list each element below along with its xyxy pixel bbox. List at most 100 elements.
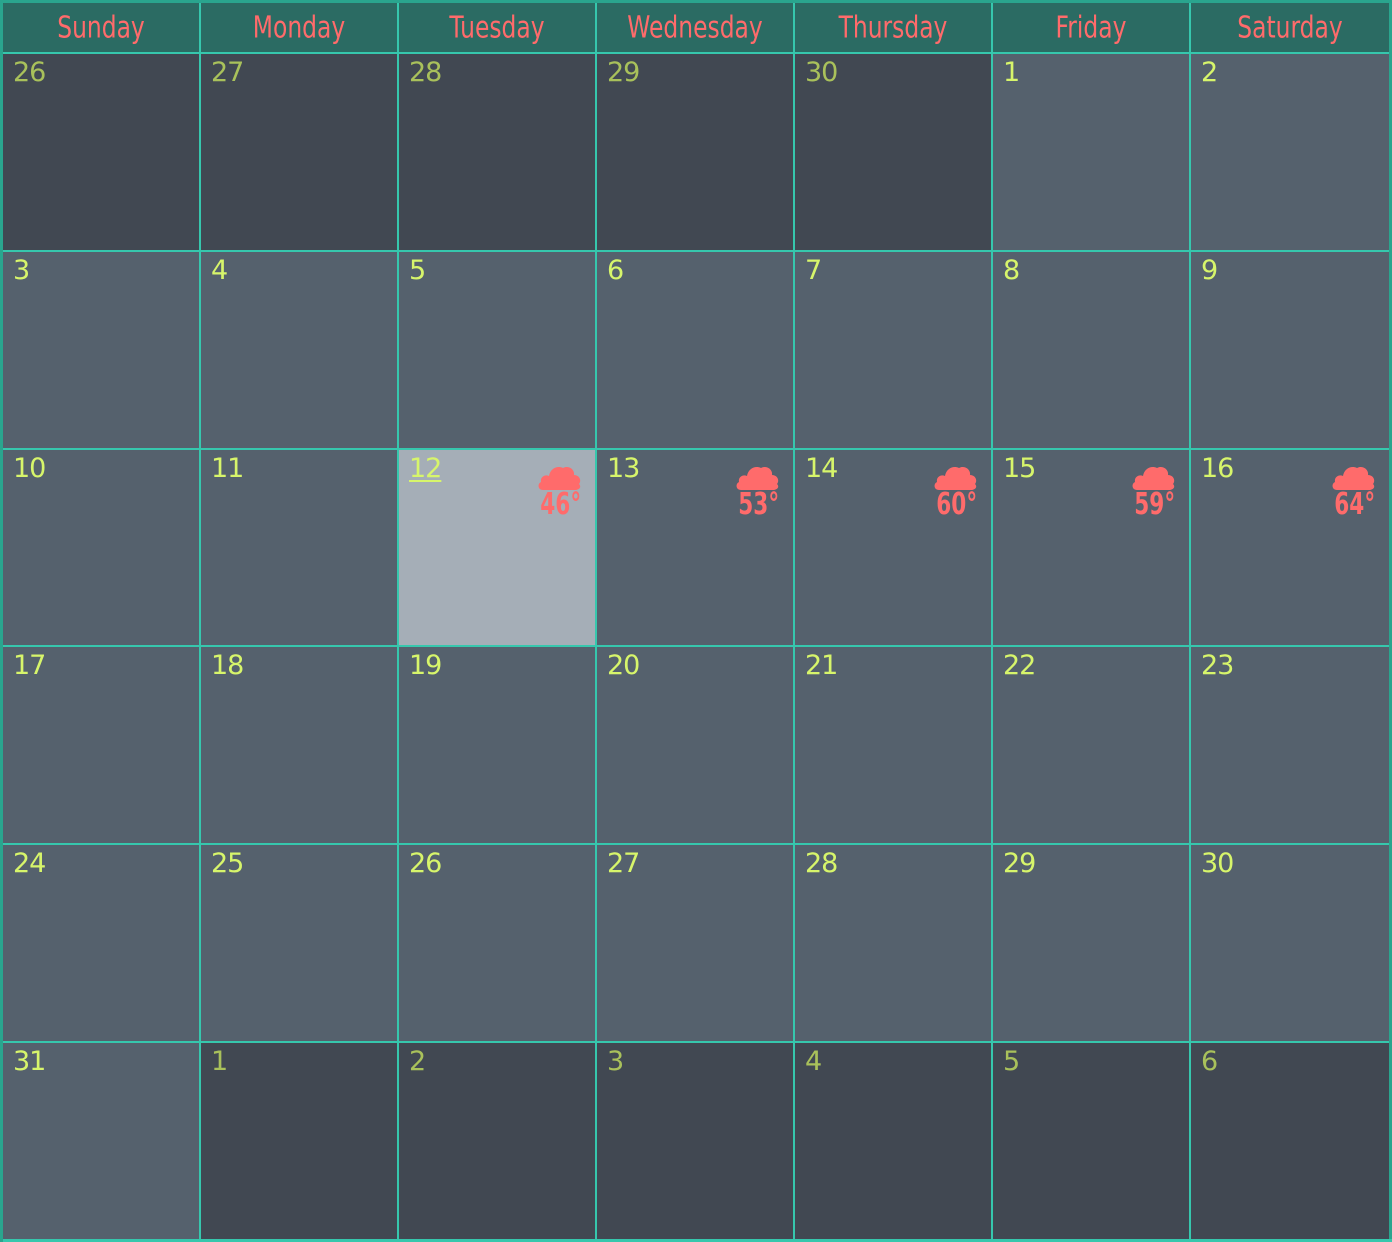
day-cell[interactable]: 30	[795, 52, 993, 250]
day-cell[interactable]: 7	[795, 249, 993, 448]
weather-forecast: 46°	[533, 462, 585, 520]
day-cell[interactable]: 22	[993, 645, 1191, 844]
day-cell[interactable]: 29	[993, 843, 1191, 1042]
day-cell[interactable]: 19	[399, 645, 597, 844]
day-cell[interactable]: 4	[201, 249, 399, 448]
day-cell[interactable]: 10	[3, 447, 201, 646]
day-number: 29	[1003, 848, 1036, 880]
temperature: 53°	[738, 486, 780, 522]
month-calendar: Sunday Monday Tuesday Wednesday Thursday Frid…	[0, 0, 1392, 1242]
day-number: 18	[211, 650, 244, 682]
temperature: 46°	[540, 486, 582, 522]
day-cell[interactable]: 28	[399, 52, 597, 250]
day-cell[interactable]: 20	[597, 645, 795, 844]
day-number: 2	[409, 1046, 426, 1078]
day-cell[interactable]: 27	[201, 52, 399, 250]
day-cell[interactable]: 28	[795, 843, 993, 1042]
day-number: 19	[409, 650, 442, 682]
day-cell[interactable]: 17	[3, 645, 201, 844]
day-number: 27	[211, 57, 244, 88]
day-cell[interactable]: 16 64°	[1191, 447, 1389, 646]
day-number: 12	[409, 452, 442, 484]
day-number: 27	[607, 848, 640, 880]
weekday-label: Thursday	[838, 10, 948, 45]
day-number: 16	[1201, 452, 1234, 484]
day-number: 31	[13, 1046, 46, 1078]
day-number: 1	[211, 1046, 228, 1078]
day-cell[interactable]: 21	[795, 645, 993, 844]
day-cell[interactable]: 23	[1191, 645, 1389, 844]
day-number: 28	[805, 848, 838, 880]
day-cell[interactable]: 4	[795, 1041, 993, 1239]
day-cell[interactable]: 14 60°	[795, 447, 993, 646]
weather-forecast: 59°	[1127, 462, 1179, 520]
temperature: 64°	[1334, 486, 1376, 522]
day-number: 29	[607, 57, 640, 88]
day-cell[interactable]: 25	[201, 843, 399, 1042]
weekday-label: Friday	[1055, 10, 1127, 45]
day-number: 30	[1201, 848, 1234, 880]
weekday-saturday: Saturday	[1191, 3, 1389, 52]
day-cell[interactable]: 8	[993, 249, 1191, 448]
weekday-monday: Monday	[201, 3, 399, 52]
day-cell[interactable]: 1	[993, 52, 1191, 250]
day-number: 9	[1201, 254, 1218, 286]
day-number: 4	[211, 254, 228, 286]
weekday-label: Sunday	[57, 10, 145, 45]
day-number: 5	[1003, 1046, 1020, 1078]
temperature: 60°	[936, 486, 978, 522]
day-number: 22	[1003, 650, 1036, 682]
day-cell[interactable]: 30	[1191, 843, 1389, 1042]
day-cell[interactable]: 27	[597, 843, 795, 1042]
weather-forecast: 60°	[929, 462, 981, 520]
day-number: 17	[13, 650, 46, 682]
day-cell[interactable]: 15 59°	[993, 447, 1191, 646]
weekday-header: Sunday Monday Tuesday Wednesday Thursday Frid…	[3, 3, 1389, 52]
day-cell[interactable]: 6	[1191, 1041, 1389, 1239]
day-number: 11	[211, 452, 244, 484]
day-cell[interactable]: 2	[399, 1041, 597, 1239]
day-number: 26	[409, 848, 442, 880]
day-number: 6	[1201, 1046, 1218, 1078]
day-cell[interactable]: 2	[1191, 52, 1389, 250]
day-number: 5	[409, 254, 426, 286]
day-cell[interactable]: 6	[597, 249, 795, 448]
calendar-grid: 26 27 28 29 30 1 2 3 4 5 6 7 8 9 10 11 12 46° 13 53° 14 60° 15…	[3, 52, 1389, 1239]
day-cell[interactable]: 3	[3, 249, 201, 448]
day-cell[interactable]: 13 53°	[597, 447, 795, 646]
day-number: 26	[13, 57, 46, 88]
temperature: 59°	[1134, 486, 1176, 522]
day-cell[interactable]: 3	[597, 1041, 795, 1239]
day-number: 20	[607, 650, 640, 682]
day-number: 14	[805, 452, 838, 484]
weather-forecast: 64°	[1327, 462, 1379, 520]
day-cell[interactable]: 24	[3, 843, 201, 1042]
day-cell[interactable]: 1	[201, 1041, 399, 1239]
day-cell[interactable]: 5	[399, 249, 597, 448]
day-number: 30	[805, 57, 838, 88]
day-cell[interactable]: 11	[201, 447, 399, 646]
day-cell[interactable]: 29	[597, 52, 795, 250]
day-cell[interactable]: 31	[3, 1041, 201, 1239]
day-number: 8	[1003, 254, 1020, 286]
weather-forecast: 53°	[731, 462, 783, 520]
day-cell-today[interactable]: 12 46°	[399, 447, 597, 646]
weekday-label: Saturday	[1237, 10, 1343, 45]
day-cell[interactable]: 5	[993, 1041, 1191, 1239]
day-number: 10	[13, 452, 46, 484]
day-number: 4	[805, 1046, 822, 1078]
day-number: 23	[1201, 650, 1234, 682]
day-number: 21	[805, 650, 838, 682]
weekday-label: Monday	[252, 10, 346, 45]
weekday-wednesday: Wednesday	[597, 3, 795, 52]
day-number: 15	[1003, 452, 1036, 484]
day-number: 24	[13, 848, 46, 880]
day-number: 3	[607, 1046, 624, 1078]
day-cell[interactable]: 9	[1191, 249, 1389, 448]
weekday-sunday: Sunday	[3, 3, 201, 52]
day-cell[interactable]: 26	[3, 52, 201, 250]
day-cell[interactable]: 18	[201, 645, 399, 844]
weekday-friday: Friday	[993, 3, 1191, 52]
day-number: 28	[409, 57, 442, 88]
day-cell[interactable]: 26	[399, 843, 597, 1042]
